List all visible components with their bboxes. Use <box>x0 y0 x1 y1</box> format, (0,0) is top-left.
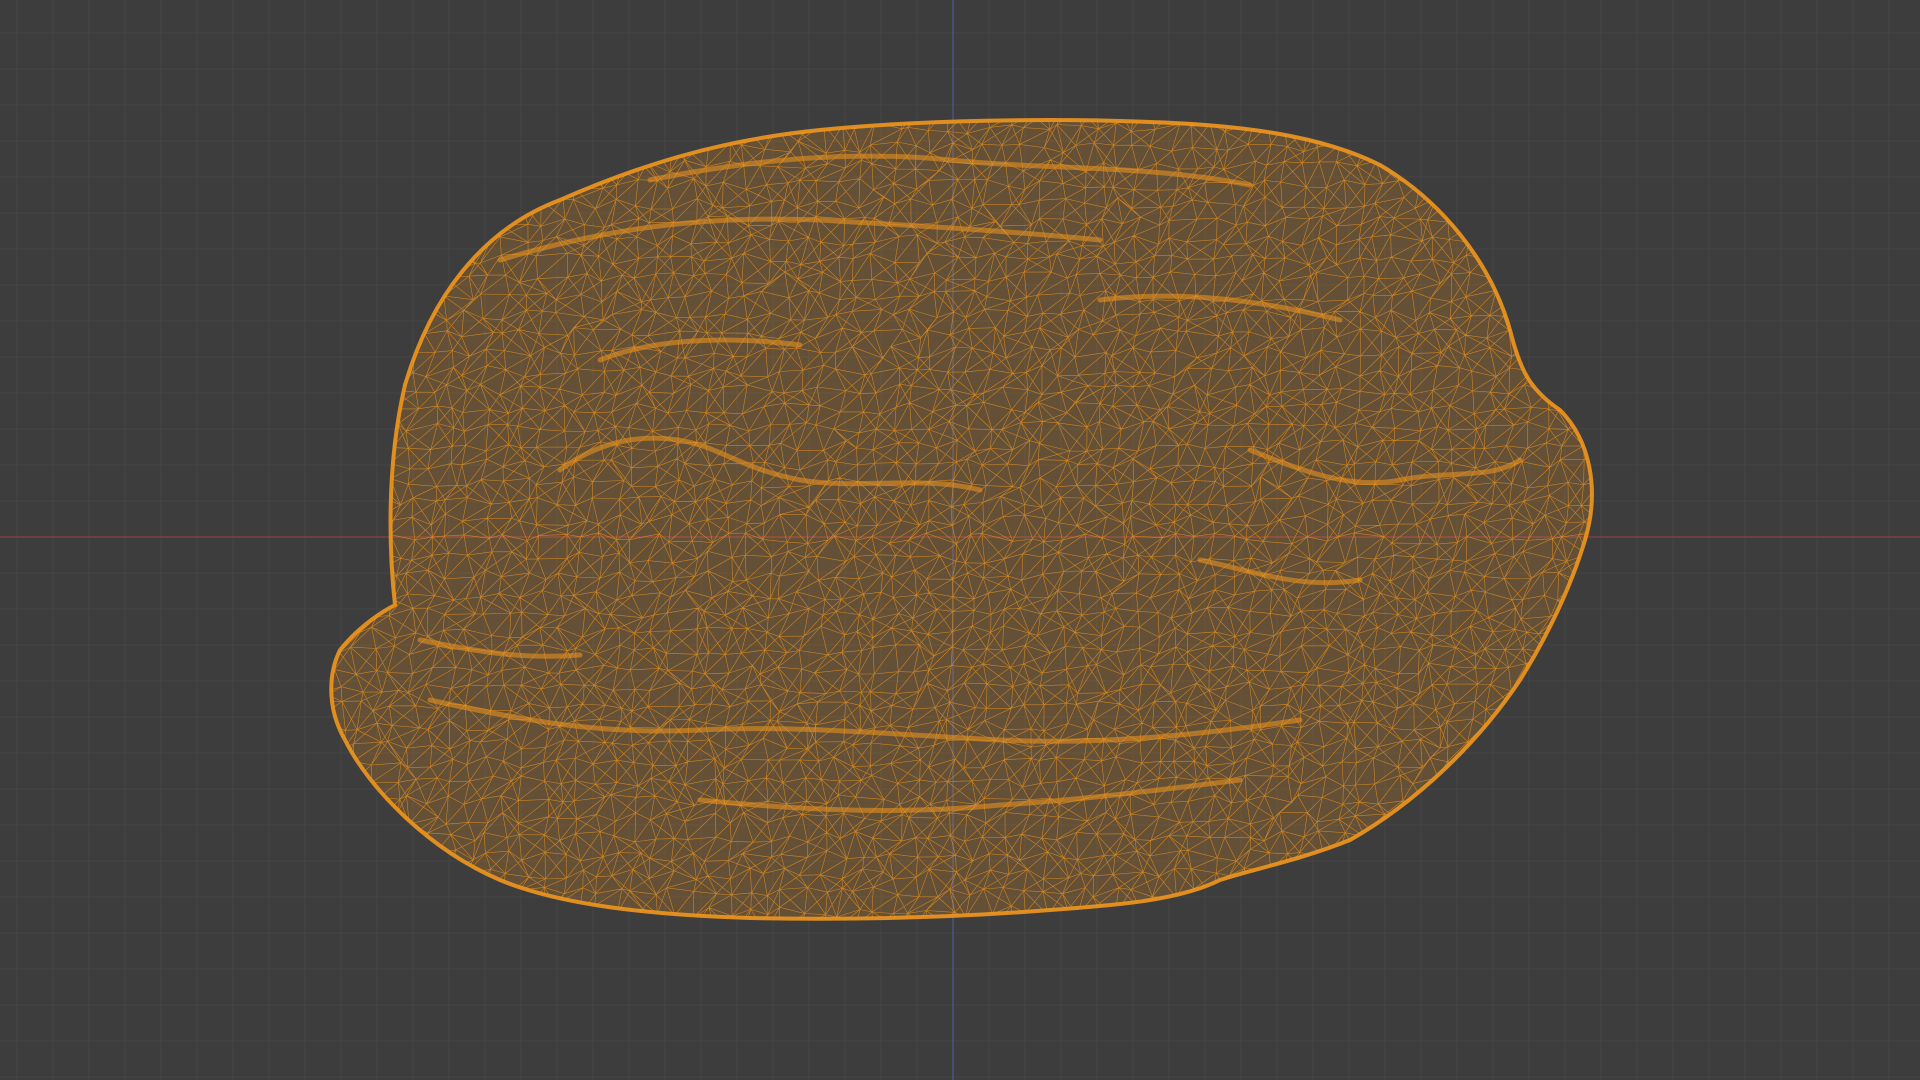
wireframe-mesh-object[interactable] <box>314 104 1627 936</box>
3d-viewport[interactable] <box>0 0 1920 1080</box>
viewport-canvas[interactable] <box>0 0 1920 1080</box>
